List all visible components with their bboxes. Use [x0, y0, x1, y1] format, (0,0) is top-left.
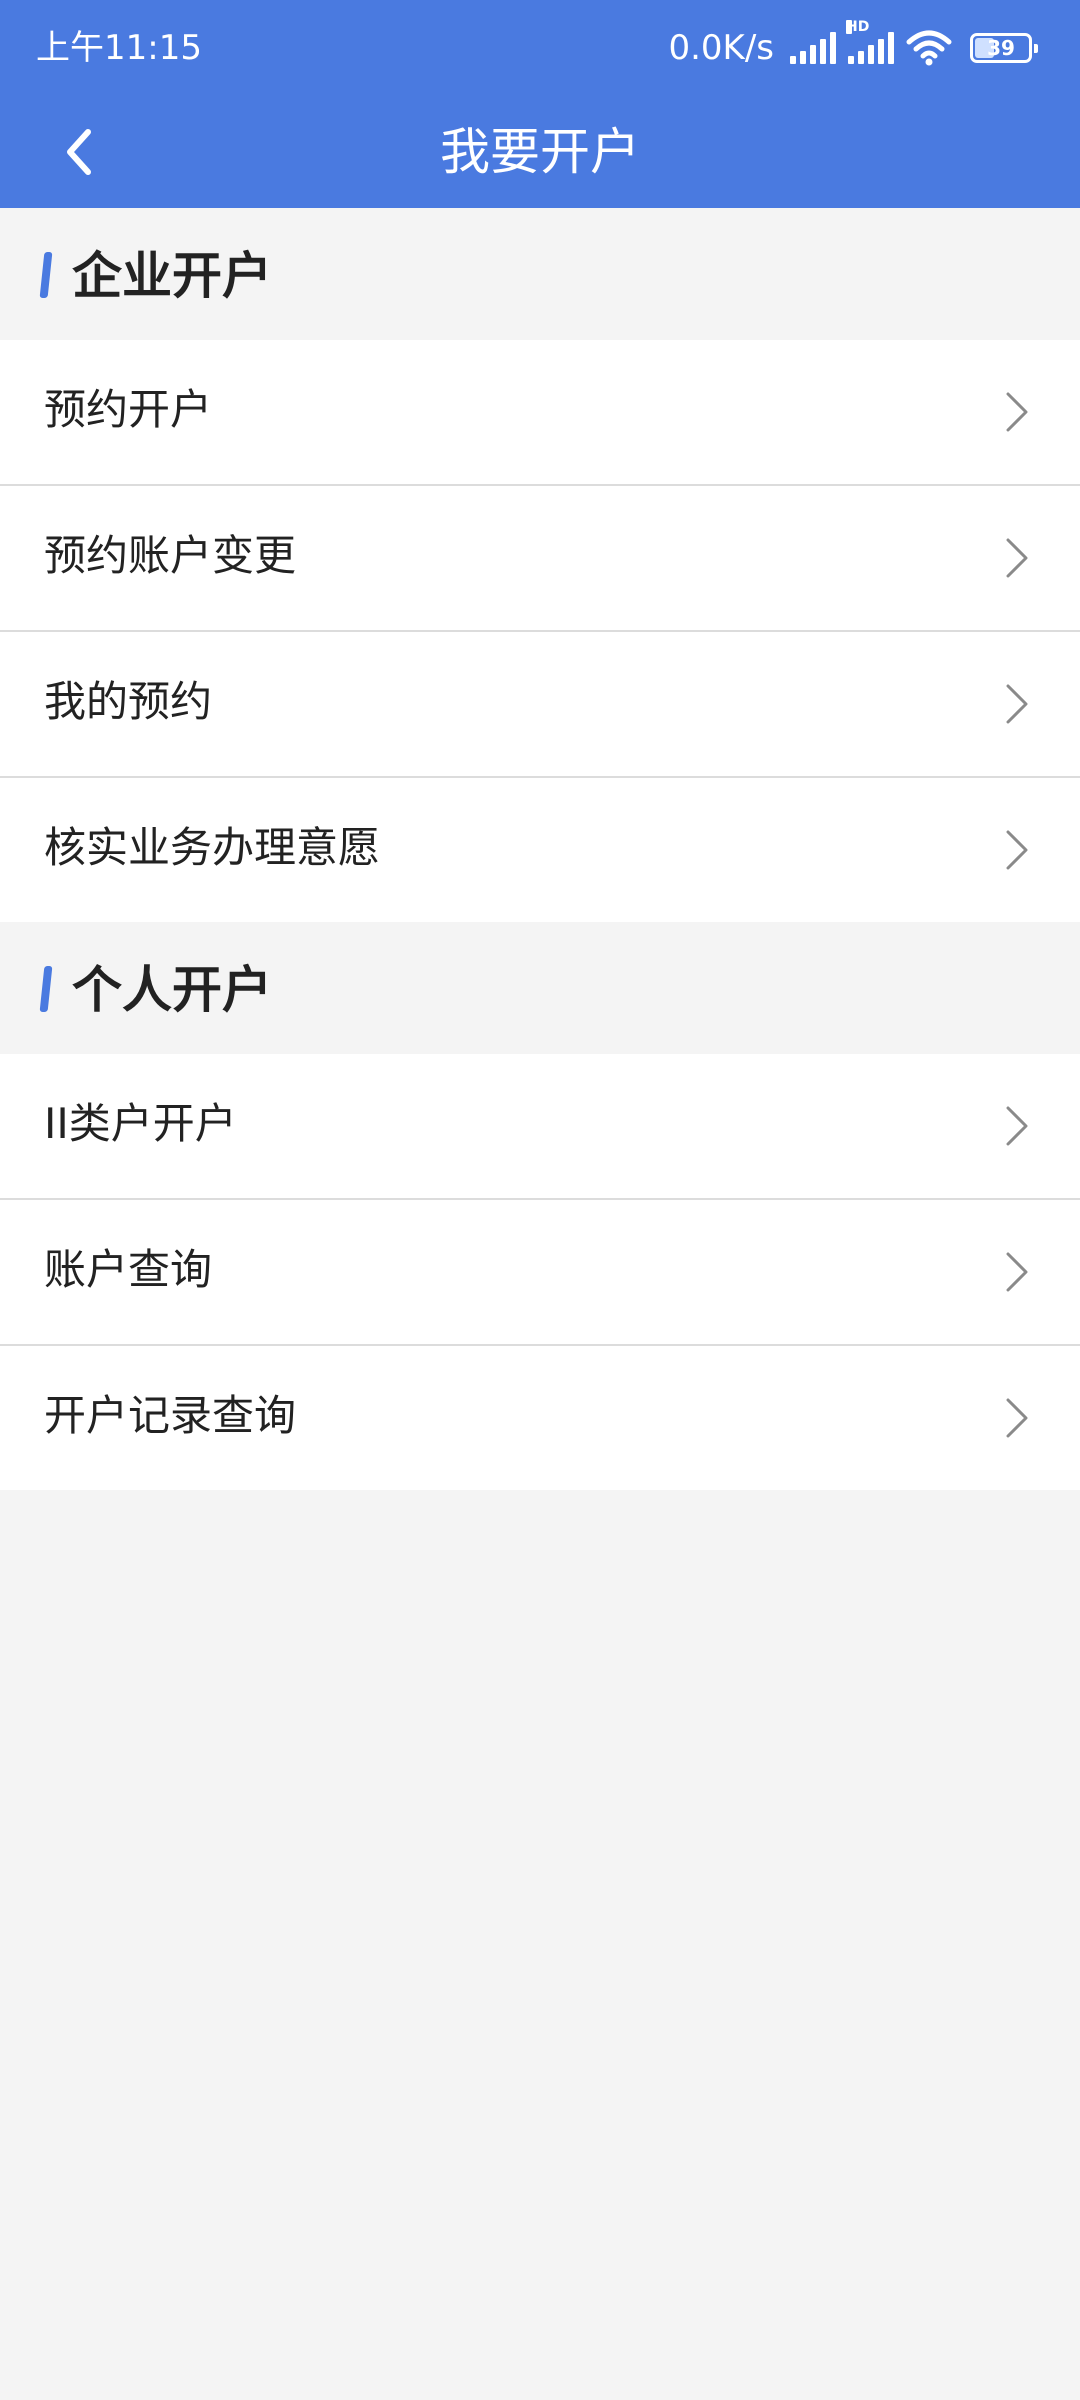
enterprise-menu-list: 预约开户 预约账户变更 我的预约 核实业务办理意愿 — [0, 340, 1080, 922]
menu-item-label: II类户开户 — [44, 1099, 237, 1148]
section-accent-bar — [39, 966, 53, 1012]
menu-item-label: 账户查询 — [44, 1245, 213, 1294]
status-bar: 上午11:15 0.0K/s HD 39 — [0, 0, 1080, 96]
menu-item-label: 预约账户变更 — [44, 531, 297, 580]
hd-signal-icon: HD — [846, 20, 894, 64]
menu-item-record-query[interactable]: 开户记录查询 — [0, 1344, 1080, 1490]
menu-item-label: 预约开户 — [44, 385, 213, 434]
network-speed: 0.0K/s — [668, 28, 774, 68]
menu-item-label: 核实业务办理意愿 — [44, 823, 381, 872]
menu-item-account-query[interactable]: 账户查询 — [0, 1198, 1080, 1344]
menu-item-verify-intent[interactable]: 核实业务办理意愿 — [0, 776, 1080, 922]
main-content: 企业开户 预约开户 预约账户变更 我的预约 核实业务办理意愿 个人开户 II类户… — [0, 208, 1080, 1490]
battery-level: 39 — [987, 36, 1015, 60]
chevron-right-icon — [1006, 684, 1028, 724]
menu-item-class2-account[interactable]: II类户开户 — [0, 1054, 1080, 1198]
status-time: 上午11:15 — [36, 28, 202, 68]
section-header-enterprise: 企业开户 — [0, 208, 1080, 340]
section-title: 个人开户 — [72, 961, 272, 1019]
menu-item-label: 开户记录查询 — [44, 1391, 297, 1440]
chevron-right-icon — [1006, 392, 1028, 432]
menu-item-reserve-change[interactable]: 预约账户变更 — [0, 484, 1080, 630]
chevron-right-icon — [1006, 1252, 1028, 1292]
menu-item-my-reservations[interactable]: 我的预约 — [0, 630, 1080, 776]
nav-bar: 我要开户 — [0, 96, 1080, 208]
chevron-right-icon — [1006, 1106, 1028, 1146]
wifi-icon — [906, 30, 952, 66]
menu-item-label: 我的预约 — [44, 677, 213, 726]
section-title: 企业开户 — [72, 247, 272, 305]
personal-menu-list: II类户开户 账户查询 开户记录查询 — [0, 1054, 1080, 1490]
section-header-personal: 个人开户 — [0, 922, 1080, 1054]
signal-icon — [790, 32, 836, 64]
section-accent-bar — [39, 252, 53, 298]
hd-label: HD — [846, 19, 870, 35]
status-indicators: 0.0K/s HD 39 — [668, 20, 1038, 72]
app-header: 上午11:15 0.0K/s HD 39 我要开户 — [0, 0, 1080, 208]
battery-icon: 39 — [970, 33, 1038, 63]
chevron-right-icon — [1006, 1398, 1028, 1438]
page-title: 我要开户 — [440, 123, 640, 181]
menu-item-reserve-account[interactable]: 预约开户 — [0, 340, 1080, 484]
chevron-right-icon — [1006, 538, 1028, 578]
chevron-right-icon — [1006, 830, 1028, 870]
